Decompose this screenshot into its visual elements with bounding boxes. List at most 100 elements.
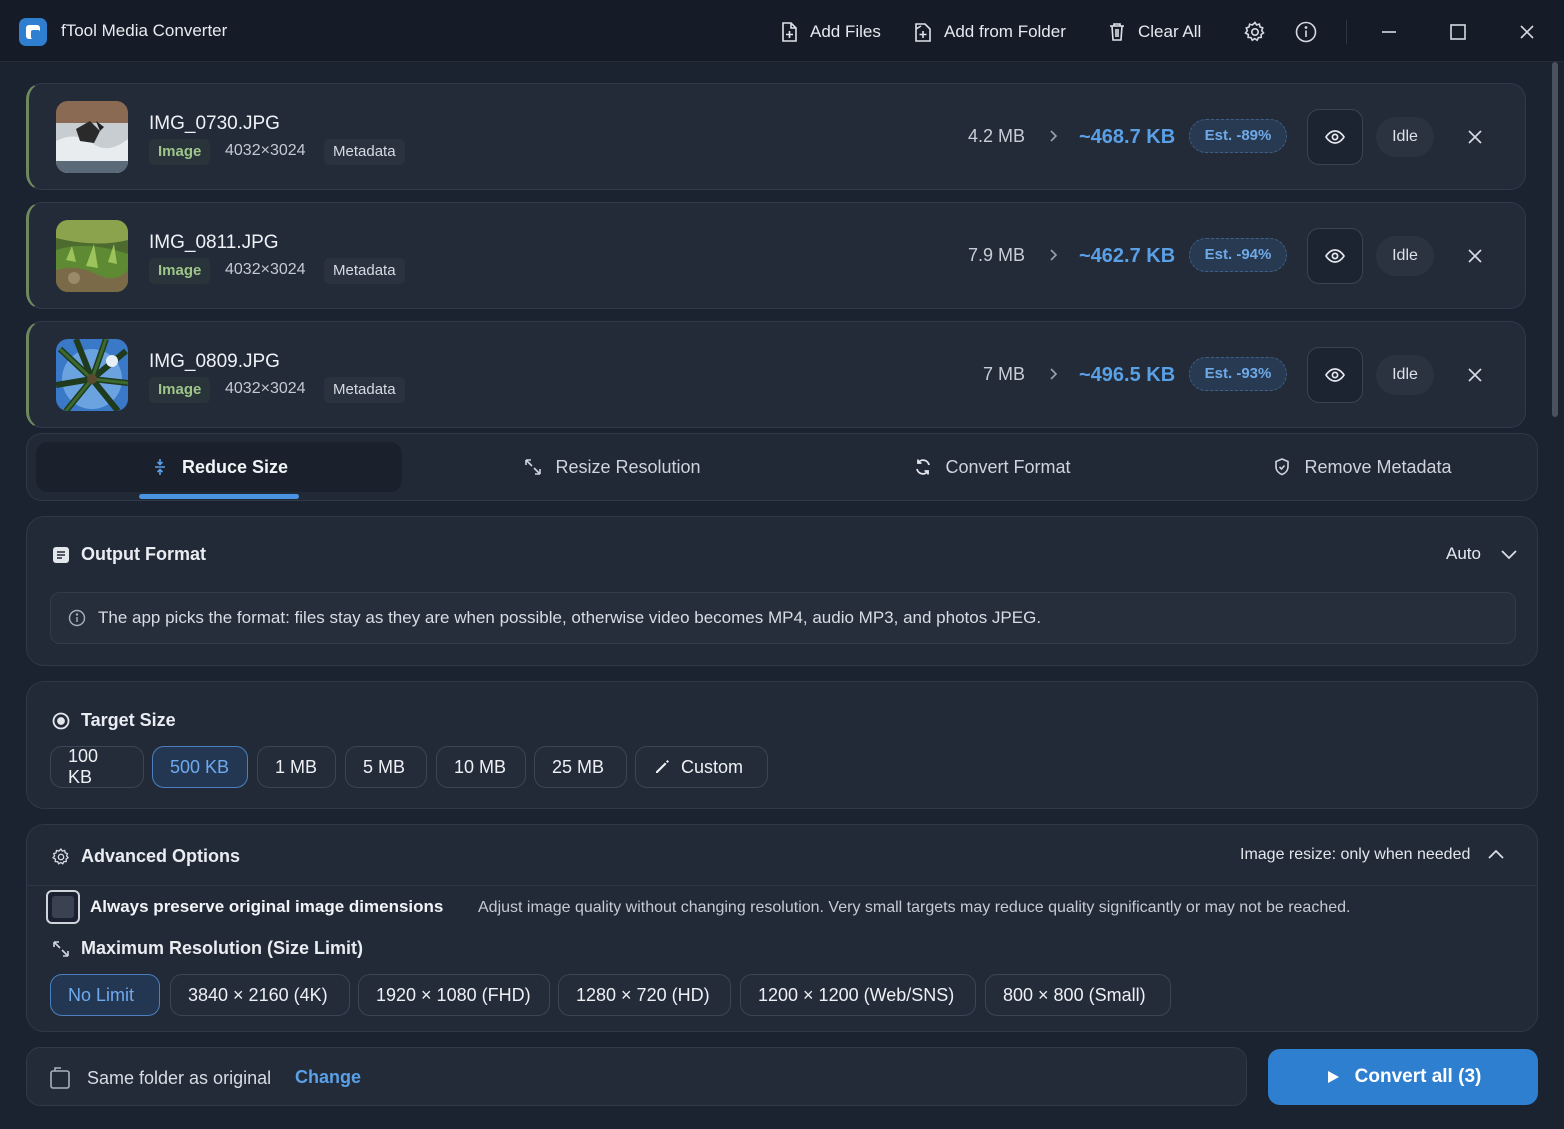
- tab-label: Resize Resolution: [555, 456, 701, 477]
- file-dimensions: 4032×3024: [225, 142, 306, 159]
- advanced-options-panel: Advanced Options Image resize: only when…: [26, 824, 1538, 1032]
- preview-button[interactable]: [1307, 228, 1363, 284]
- title-bar: fTool Media Converter Add Files Add from…: [0, 0, 1564, 62]
- maximize-icon[interactable]: [1446, 20, 1470, 44]
- target-size-option[interactable]: 25 MB: [534, 746, 627, 788]
- chevron-up-icon: [1488, 849, 1505, 859]
- file-thumbnail: [56, 101, 128, 173]
- metadata-tag: Metadata: [324, 258, 405, 284]
- play-icon: [1327, 1071, 1339, 1083]
- original-size: 7.9 MB: [967, 245, 1025, 265]
- file-name: IMG_0809.JPG: [149, 351, 280, 372]
- advanced-summary: Image resize: only when needed: [1240, 846, 1471, 863]
- preserve-dimensions-label: Always preserve original image dimension…: [90, 897, 444, 916]
- mode-tabs: Reduce Size Resize Resolution Convert Fo…: [26, 433, 1538, 501]
- close-window-icon[interactable]: [1515, 20, 1539, 44]
- original-size: 4.2 MB: [967, 126, 1025, 146]
- output-format-info: The app picks the format: files stay as …: [50, 592, 1516, 644]
- file-card[interactable]: IMG_0809.JPG Image 4032×3024 Metadata 7 …: [26, 321, 1526, 428]
- advanced-options-header[interactable]: Advanced Options: [51, 846, 240, 867]
- output-format-value: Auto: [1446, 544, 1481, 563]
- remove-file-icon[interactable]: [1463, 244, 1487, 268]
- chevron-right-icon: [1050, 368, 1058, 380]
- add-folder-icon: [915, 23, 931, 42]
- target-size-option-selected[interactable]: 500 KB: [152, 746, 248, 788]
- resolution-option[interactable]: 800 × 800 (Small): [985, 974, 1171, 1016]
- option-label: 1920 × 1080 (FHD): [376, 984, 531, 1005]
- resolution-option-selected[interactable]: No Limit: [50, 974, 160, 1016]
- change-destination-link[interactable]: Change: [295, 1067, 361, 1088]
- file-type-tag: Image: [149, 258, 211, 284]
- preserve-dimensions-checkbox[interactable]: [46, 890, 80, 924]
- advanced-toggle[interactable]: Image resize: only when needed: [1240, 845, 1506, 865]
- target-size-option[interactable]: 10 MB: [436, 746, 526, 788]
- resize-arrows-icon: [53, 940, 69, 957]
- target-size-option[interactable]: 100 KB: [50, 746, 144, 788]
- add-files-button[interactable]: Add Files: [778, 17, 881, 47]
- resolution-option[interactable]: 1200 × 1200 (Web/SNS): [740, 974, 976, 1016]
- output-format-panel: Output Format Auto The app picks the for…: [26, 516, 1538, 666]
- chevron-down-icon: [1501, 550, 1517, 560]
- remove-file-icon[interactable]: [1463, 125, 1487, 149]
- app-logo-icon: [19, 18, 47, 46]
- gear-icon: [52, 847, 70, 865]
- status-badge: Idle: [1376, 236, 1434, 276]
- resize-arrows-icon: [525, 459, 542, 475]
- resolution-option[interactable]: 1280 × 720 (HD): [558, 974, 731, 1016]
- compress-icon: [154, 459, 165, 475]
- destination-bar: Same folder as original Change: [26, 1047, 1247, 1106]
- metadata-tag: Metadata: [324, 139, 405, 165]
- file-name: IMG_0811.JPG: [149, 232, 279, 253]
- add-folder-button[interactable]: Add from Folder: [912, 17, 1066, 47]
- file-card[interactable]: IMG_0730.JPG Image 4032×3024 Metadata 4.…: [26, 83, 1526, 190]
- divider: [27, 885, 1537, 886]
- file-type-tag: Image: [149, 139, 211, 165]
- file-dimensions: 4032×3024: [225, 261, 306, 278]
- info-icon[interactable]: [1294, 20, 1318, 44]
- file-card[interactable]: IMG_0811.JPG Image 4032×3024 Metadata 7.…: [26, 202, 1526, 309]
- preview-button[interactable]: [1307, 109, 1363, 165]
- remove-file-icon[interactable]: [1463, 363, 1487, 387]
- folder-icon: [50, 1067, 70, 1089]
- output-format-dropdown[interactable]: Auto: [1446, 544, 1519, 564]
- custom-size-button[interactable]: Custom: [635, 746, 768, 788]
- target-size-title: Target Size: [81, 710, 176, 730]
- estimate-badge: Est. -89%: [1189, 119, 1287, 153]
- eye-icon: [1325, 130, 1345, 144]
- tab-convert-format[interactable]: Convert Format: [807, 442, 1177, 492]
- minimize-icon[interactable]: [1377, 20, 1401, 44]
- target-icon: [52, 712, 70, 729]
- max-resolution-title: Maximum Resolution (Size Limit): [81, 938, 364, 958]
- add-files-label: Add Files: [810, 22, 881, 41]
- target-size-header: Target Size: [51, 710, 176, 731]
- file-list-scrollbar[interactable]: [1550, 62, 1560, 422]
- tab-label: Reduce Size: [181, 456, 289, 477]
- file-thumbnail: [56, 220, 128, 292]
- info-circle-icon: [68, 609, 86, 627]
- clear-all-button[interactable]: Clear All: [1106, 17, 1201, 47]
- add-folder-label: Add from Folder: [944, 22, 1066, 41]
- settings-gear-icon[interactable]: [1243, 20, 1267, 44]
- tab-remove-metadata[interactable]: Remove Metadata: [1177, 442, 1547, 492]
- estimated-size: ~462.7 KB: [1079, 245, 1176, 267]
- tab-resize-resolution[interactable]: Resize Resolution: [417, 442, 807, 492]
- option-label: 100 KB: [68, 746, 99, 787]
- eye-icon: [1325, 368, 1345, 382]
- eye-icon: [1325, 249, 1345, 263]
- option-label: 1 MB: [275, 756, 318, 777]
- convert-all-label: Convert all (3): [1354, 1066, 1482, 1087]
- option-label: 1280 × 720 (HD): [576, 984, 710, 1005]
- preview-button[interactable]: [1307, 347, 1363, 403]
- add-file-icon: [782, 22, 797, 42]
- scrollbar-thumb[interactable]: [1552, 62, 1558, 417]
- target-size-option[interactable]: 1 MB: [257, 746, 336, 788]
- resolution-option[interactable]: 3840 × 2160 (4K): [170, 974, 350, 1016]
- convert-all-button[interactable]: Convert all (3): [1268, 1049, 1538, 1105]
- trash-icon: [1110, 23, 1124, 41]
- target-size-option[interactable]: 5 MB: [345, 746, 427, 788]
- option-label: 10 MB: [454, 756, 507, 777]
- tab-reduce-size[interactable]: Reduce Size: [36, 442, 402, 492]
- output-format-title: Output Format: [81, 544, 206, 564]
- destination-label: Same folder as original: [87, 1068, 272, 1088]
- resolution-option[interactable]: 1920 × 1080 (FHD): [358, 974, 550, 1016]
